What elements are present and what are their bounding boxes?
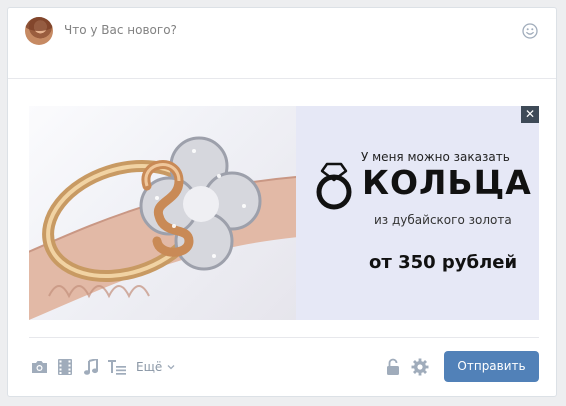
more-label: Ещё [136,360,163,374]
more-menu[interactable]: Ещё [136,360,175,374]
user-avatar[interactable] [25,17,53,45]
diamond-ring-icon [316,162,352,210]
ad-price: от 350 рублей [369,252,518,273]
music-icon[interactable] [82,358,100,376]
ad-banner[interactable]: У меня можно заказать КОЛЬЦА из дубайско… [29,106,539,320]
ad-close-button[interactable]: ✕ [521,106,539,123]
text-format-icon[interactable] [108,358,126,376]
camera-icon[interactable] [30,358,48,376]
attachment-toolbar: Ещё [30,357,175,377]
ad-headline: КОЛЬЦА [362,163,532,202]
video-icon[interactable] [56,358,74,376]
post-card: Что у Вас нового? У меня можно заказать … [7,7,557,397]
smile-icon[interactable] [522,23,538,39]
chevron-down-icon [167,365,175,370]
ad-line-2: из дубайского золота [374,213,512,227]
lock-icon[interactable] [385,358,401,376]
ad-line-1: У меня можно заказать [361,150,510,164]
divider [29,337,539,338]
ring-photo [29,106,296,320]
gear-icon[interactable] [411,358,429,376]
composer-placeholder[interactable]: Что у Вас нового? [64,23,177,37]
send-button[interactable]: Отправить [444,351,539,382]
post-composer[interactable]: Что у Вас нового? [8,8,556,79]
